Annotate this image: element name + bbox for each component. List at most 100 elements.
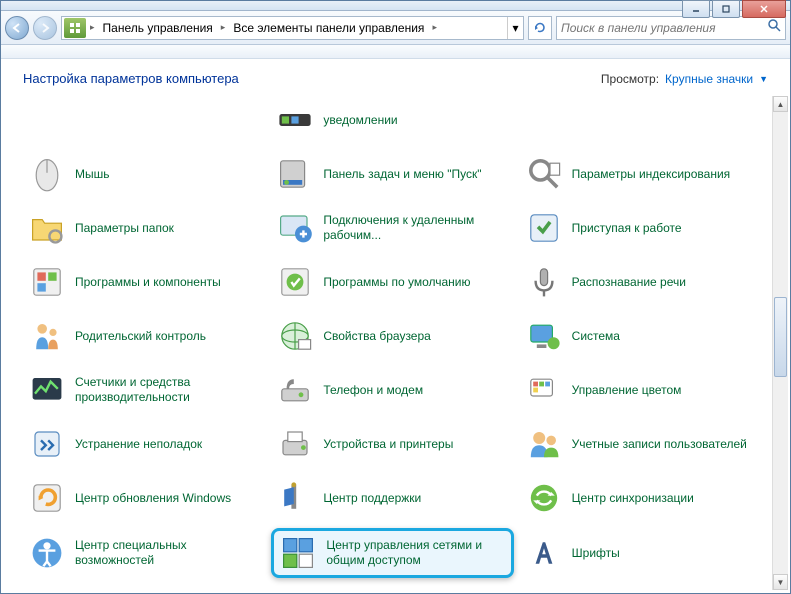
close-button[interactable]	[742, 0, 786, 18]
control-panel-item[interactable]: Приступая к работе	[520, 204, 762, 252]
troubleshoot-icon	[29, 426, 65, 462]
control-panel-icon	[64, 18, 86, 38]
item-label: Учетные записи пользователей	[572, 437, 747, 452]
control-panel-item[interactable]: Электропитание	[271, 584, 513, 590]
control-panel-item[interactable]: Устранение неполадок	[23, 420, 265, 468]
speech-icon	[526, 264, 562, 300]
minimize-button[interactable]	[682, 0, 710, 18]
item-label: Параметры папок	[75, 221, 174, 236]
control-panel-item[interactable]: Устройства и принтеры	[271, 420, 513, 468]
performance-icon	[29, 372, 65, 408]
breadcrumb-dropdown[interactable]: ▾	[507, 17, 523, 39]
control-panel-item[interactable]: Учетные записи пользователей	[520, 420, 762, 468]
getting-started-icon	[526, 210, 562, 246]
back-button[interactable]	[5, 16, 29, 40]
search-box[interactable]	[556, 16, 786, 40]
control-panel-item[interactable]: Язык и региональные стандарты	[520, 584, 762, 590]
titlebar	[1, 1, 790, 11]
item-label: Свойства браузера	[323, 329, 431, 344]
item-label: Центр обновления Windows	[75, 491, 231, 506]
item-label: Устранение неполадок	[75, 437, 202, 452]
scroll-thumb[interactable]	[774, 297, 787, 377]
item-label: Управление цветом	[572, 383, 682, 398]
chevron-down-icon[interactable]: ▼	[759, 74, 768, 84]
breadcrumb-item[interactable]: Все элементы панели управления	[227, 17, 430, 39]
page-header: Настройка параметров компьютера Просмотр…	[1, 59, 790, 96]
content-area: уведомлении Мышь Панель задач и меню "Пуск…	[1, 96, 772, 590]
ease-access-icon	[29, 535, 65, 571]
action-center-icon	[277, 480, 313, 516]
internet-options-icon	[277, 318, 313, 354]
control-panel-item[interactable]: Центр поддержки	[271, 474, 513, 522]
item-label: Центр поддержки	[323, 491, 421, 506]
view-label: Просмотр:	[601, 72, 659, 86]
control-panel-item[interactable]: Панель задач и меню "Пуск"	[271, 150, 513, 198]
item-label: Центр управления сетями и общим доступом	[326, 538, 504, 568]
item-label: Счетчики и средства производительности	[75, 375, 259, 405]
control-panel-item[interactable]: Программы по умолчанию	[271, 258, 513, 306]
control-panel-item[interactable]: Свойства браузера	[271, 312, 513, 360]
control-panel-item[interactable]: Экран	[23, 584, 265, 590]
system-icon	[526, 318, 562, 354]
breadcrumb[interactable]: ▸ Панель управления ▸ Все элементы панел…	[61, 16, 524, 40]
search-input[interactable]	[561, 21, 767, 35]
control-panel-item[interactable]: Параметры папок	[23, 204, 265, 252]
control-panel-item[interactable]: Распознавание речи	[520, 258, 762, 306]
item-label: Программы по умолчанию	[323, 275, 470, 290]
chevron-right-icon: ▸	[430, 22, 439, 33]
control-panel-item[interactable]: Счетчики и средства производительности	[23, 366, 265, 414]
control-panel-item[interactable]: Мышь	[23, 150, 265, 198]
view-value[interactable]: Крупные значки	[665, 72, 753, 86]
control-panel-item[interactable]: Управление цветом	[520, 366, 762, 414]
item-label: Распознавание речи	[572, 275, 686, 290]
item-label: Подключения к удаленным рабочим...	[323, 213, 507, 243]
control-panel-item[interactable]: Программы и компоненты	[23, 258, 265, 306]
scroll-up-button[interactable]: ▲	[773, 96, 788, 112]
scroll-down-button[interactable]: ▼	[773, 574, 788, 590]
item-label: Система	[572, 329, 620, 344]
view-selector: Просмотр: Крупные значки ▼	[601, 72, 768, 86]
item-label: Панель задач и меню "Пуск"	[323, 167, 481, 182]
control-panel-item[interactable]: Центр управления сетями и общим доступом	[271, 528, 513, 578]
item-label: Мышь	[75, 167, 110, 182]
notification-area-icon	[277, 102, 313, 138]
navbar: ▸ Панель управления ▸ Все элементы панел…	[1, 11, 790, 45]
item-label: Родительский контроль	[75, 329, 206, 344]
fonts-icon	[526, 535, 562, 571]
control-panel-item[interactable]: Подключения к удаленным рабочим...	[271, 204, 513, 252]
control-panel-item[interactable]: Центр обновления Windows	[23, 474, 265, 522]
default-programs-icon	[277, 264, 313, 300]
phone-modem-icon	[277, 372, 313, 408]
programs-icon	[29, 264, 65, 300]
chevron-right-icon: ▸	[219, 22, 228, 33]
control-panel-item[interactable]: Система	[520, 312, 762, 360]
folder-options-icon	[29, 210, 65, 246]
maximize-button[interactable]	[712, 0, 740, 18]
refresh-button[interactable]	[528, 16, 552, 40]
scrollbar[interactable]: ▲ ▼	[772, 96, 788, 590]
control-panel-item[interactable]: Шрифты	[520, 528, 762, 578]
mouse-icon	[29, 156, 65, 192]
item-label: Устройства и принтеры	[323, 437, 453, 452]
user-accounts-icon	[526, 426, 562, 462]
control-panel-item[interactable]: уведомлении	[271, 96, 513, 144]
taskbar-icon	[277, 156, 313, 192]
item-label: уведомлении	[323, 113, 397, 128]
search-icon[interactable]	[767, 18, 781, 37]
control-panel-item[interactable]: Телефон и модем	[271, 366, 513, 414]
remote-desktop-icon	[277, 210, 313, 246]
item-label: Центр специальных возможностей	[75, 538, 259, 568]
color-icon	[526, 372, 562, 408]
control-panel-item[interactable]: Родительский контроль	[23, 312, 265, 360]
control-panel-item[interactable]: Центр специальных возможностей	[23, 528, 265, 578]
item-label: Центр синхронизации	[572, 491, 694, 506]
item-label: Телефон и модем	[323, 383, 423, 398]
control-panel-item[interactable]: Параметры индексирования	[520, 150, 762, 198]
scroll-track[interactable]	[773, 112, 788, 574]
control-panel-item[interactable]: Центр синхронизации	[520, 474, 762, 522]
item-label: Шрифты	[572, 546, 620, 561]
devices-printers-icon	[277, 426, 313, 462]
sync-center-icon	[526, 480, 562, 516]
breadcrumb-item[interactable]: Панель управления	[97, 17, 219, 39]
forward-button[interactable]	[33, 16, 57, 40]
